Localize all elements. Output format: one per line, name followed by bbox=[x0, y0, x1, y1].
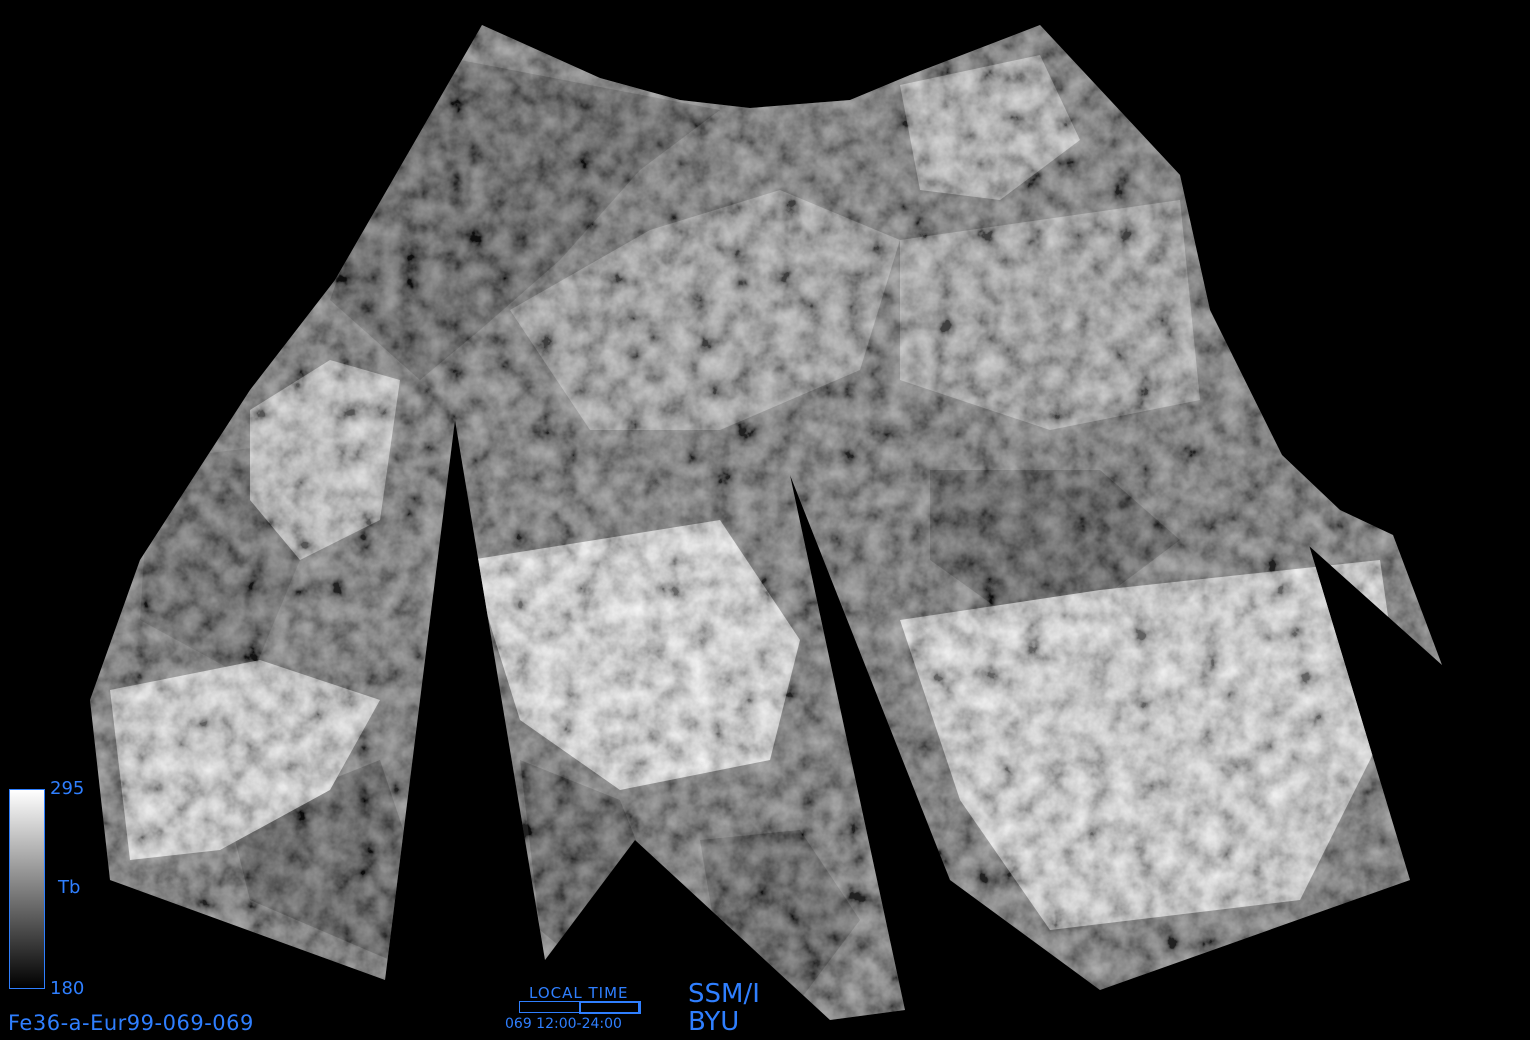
satellite-mosaic bbox=[90, 25, 1442, 1020]
colorbar-max-label: 295 bbox=[50, 778, 85, 799]
colorbar-unit-label: Tb bbox=[58, 877, 81, 898]
local-time-range: 069 12:00-24:00 bbox=[505, 1016, 622, 1032]
file-identifier: Fe36-a-Eur99-069-069 bbox=[8, 1011, 254, 1035]
sensor-label: SSM/I bbox=[688, 979, 760, 1009]
organization-label: BYU bbox=[688, 1007, 740, 1037]
temperature-colorbar bbox=[9, 789, 45, 989]
local-time-title: LOCAL TIME bbox=[529, 984, 629, 1002]
local-time-highlight bbox=[579, 1001, 641, 1014]
colorbar-min-label: 180 bbox=[50, 978, 85, 999]
